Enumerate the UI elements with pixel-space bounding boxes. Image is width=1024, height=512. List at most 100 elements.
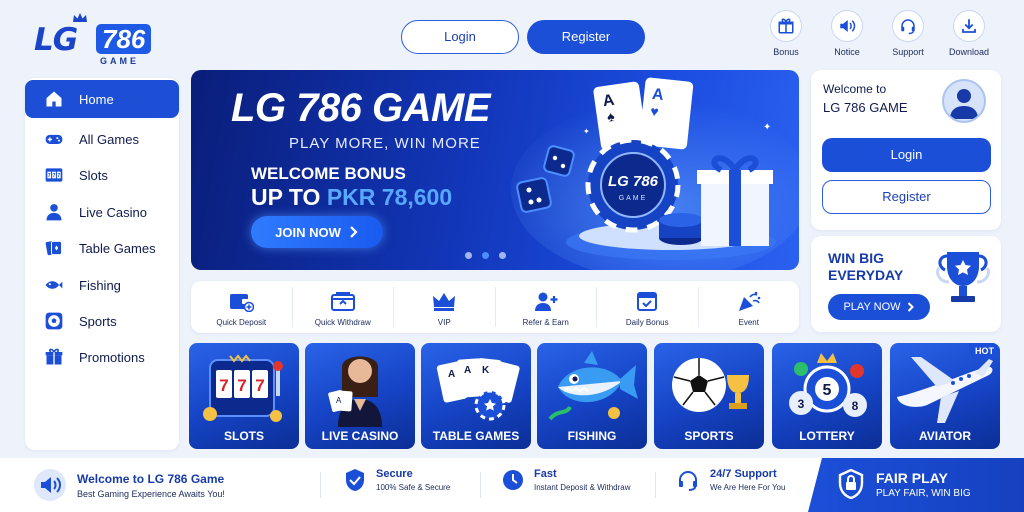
banner-title: LG 786 GAME [231, 86, 491, 130]
sidebar-item-label: Home [79, 91, 114, 107]
header-bonus-button[interactable]: Bonus [756, 10, 816, 57]
refer-earn-button[interactable]: Refer & Earn [496, 287, 597, 327]
sidebar-item-promotions[interactable]: Promotions [25, 338, 179, 376]
sidebar-item-fishing[interactable]: Fishing [25, 266, 179, 304]
event-label: Event [738, 318, 759, 327]
carousel-dot-active[interactable] [482, 252, 489, 259]
svg-text:7: 7 [237, 376, 246, 395]
download-icon [962, 19, 976, 33]
header-download-label: Download [948, 47, 990, 57]
game-card-label: SPORTS [684, 429, 734, 443]
sidebar-item-all-games[interactable]: All Games [25, 120, 179, 158]
soccer-ball-icon [45, 312, 63, 330]
chip-sub: GAME [619, 195, 648, 202]
fair-play-banner: FAIR PLAY PLAY FAIR, WIN BIG [808, 458, 1024, 512]
headset-icon [679, 471, 697, 491]
game-card-live-casino[interactable]: A LIVE CASINO [305, 343, 415, 449]
footer-secure: Secure 100% Safe & Secure [344, 468, 450, 492]
fair-play-title: FAIR PLAY [876, 470, 948, 486]
footer-secure-title: Secure [376, 468, 413, 480]
game-card-label: AVIATOR [918, 429, 971, 443]
daily-bonus-button[interactable]: Daily Bonus [597, 287, 699, 327]
game-card-lottery[interactable]: 5 3 8 LOTTERY [772, 343, 882, 449]
svg-text:✦: ✦ [763, 122, 771, 133]
gift-icon [45, 348, 63, 365]
svg-text:✦: ✦ [583, 127, 590, 136]
speaker-icon [34, 469, 66, 501]
game-card-sports[interactable]: SPORTS [654, 343, 764, 449]
quick-deposit-label: Quick Deposit [216, 318, 267, 327]
shield-check-icon [346, 469, 364, 491]
header-bonus-label: Bonus [773, 47, 799, 57]
panel-register-button[interactable]: Register [822, 180, 991, 214]
promo-panel: WIN BIG EVERYDAY PLAY NOW [811, 236, 1001, 332]
game-card-table-games[interactable]: AAK TABLE GAMES [421, 343, 531, 449]
sidebar-item-slots[interactable]: 777 Slots [25, 156, 179, 194]
play-now-button[interactable]: PLAY NOW [828, 294, 930, 320]
daily-bonus-label: Daily Bonus [625, 318, 669, 327]
fish-icon [548, 351, 638, 421]
welcome-greeting: Welcome to [823, 82, 887, 96]
chevron-right-icon [350, 226, 358, 238]
lottery-balls-icon: 5 3 8 [789, 353, 867, 417]
header-support-button[interactable]: Support [878, 10, 938, 57]
header-download-button[interactable]: Download [939, 10, 999, 57]
svg-text:5: 5 [823, 382, 832, 399]
header-login-button[interactable]: Login [401, 20, 519, 54]
sidebar-item-label: Table Games [79, 240, 156, 256]
chevron-right-icon [907, 302, 914, 312]
game-card-slots[interactable]: 777 SLOTS [189, 343, 299, 449]
game-card-aviator[interactable]: HOT AVIATOR [890, 343, 1000, 449]
carousel-dot[interactable] [465, 252, 472, 259]
vip-button[interactable]: VIP [394, 287, 496, 327]
quick-deposit-button[interactable]: Quick Deposit [191, 287, 293, 327]
fair-play-sub: PLAY FAIR, WIN BIG [876, 488, 971, 499]
game-card-label: LOTTERY [799, 429, 855, 443]
site-logo[interactable]: LG 786 GAME [34, 12, 174, 68]
svg-text:♥: ♥ [650, 103, 660, 120]
cards-icon [45, 240, 62, 256]
trophy-icon [935, 252, 991, 302]
dealer-icon [46, 204, 62, 221]
event-button[interactable]: Event [699, 287, 800, 327]
cards-icon: AAK [436, 358, 520, 421]
avatar[interactable] [942, 79, 986, 123]
welcome-panel: Welcome to LG 786 GAME Login Register [811, 70, 1001, 230]
sidebar-item-home[interactable]: Home [25, 80, 179, 118]
header-notice-button[interactable]: Notice [817, 10, 877, 57]
footer-support: 24/7 Support We Are Here For You [676, 468, 785, 492]
sidebar-item-label: Sports [79, 313, 117, 329]
svg-text:3: 3 [798, 397, 805, 411]
party-popper-icon [738, 291, 761, 311]
header-notice-label: Notice [834, 47, 860, 57]
game-card-label: SLOTS [223, 429, 264, 443]
play-now-label: PLAY NOW [843, 301, 901, 313]
banner-bonus-line: WELCOME BONUS [251, 164, 406, 183]
footer-support-title: 24/7 Support [710, 468, 777, 480]
svg-text:8: 8 [852, 399, 859, 413]
sidebar-item-sports[interactable]: Sports [25, 302, 179, 340]
banner-bonus-amount-line: UP TO PKR 78,600 [251, 184, 452, 211]
sidebar-item-label: All Games [79, 131, 139, 147]
hero-banner[interactable]: A ♠ A ♥ LG 786 GAME ✦ ✦ LG 786 GAME PLAY MO… [191, 70, 799, 270]
join-now-button[interactable]: JOIN NOW [251, 216, 383, 248]
svg-text:A: A [448, 369, 455, 380]
gamepad-icon [45, 134, 63, 144]
sidebar-item-live-casino[interactable]: Live Casino [25, 193, 179, 231]
sidebar-item-table-games[interactable]: Table Games [25, 229, 179, 267]
gift-icon [778, 18, 794, 34]
game-card-label: TABLE GAMES [432, 429, 520, 443]
quick-withdraw-button[interactable]: Quick Withdraw [293, 287, 394, 327]
carousel-dot[interactable] [499, 252, 506, 259]
game-card-fishing[interactable]: FISHING [537, 343, 647, 449]
slot-machine-icon: 777 [45, 168, 63, 182]
welcome-site-name: LG 786 GAME [823, 100, 908, 115]
hot-badge: HOT [969, 343, 1000, 359]
crown-icon [433, 293, 456, 311]
svg-text:A: A [651, 86, 665, 104]
sidebar-item-label: Promotions [79, 349, 145, 365]
panel-login-button[interactable]: Login [822, 138, 991, 172]
promo-headline: WIN BIG EVERYDAY [828, 250, 928, 284]
footer-welcome-title: Welcome to LG 786 Game [77, 471, 225, 486]
header-register-button[interactable]: Register [527, 20, 645, 54]
